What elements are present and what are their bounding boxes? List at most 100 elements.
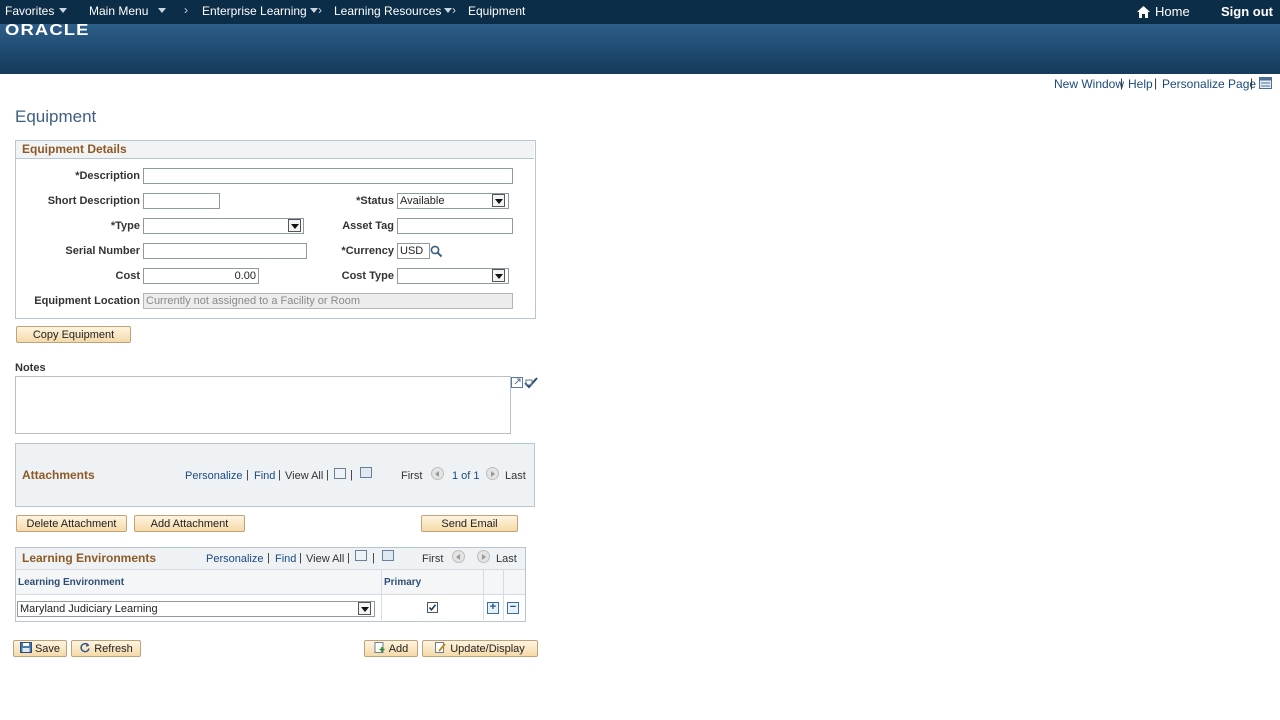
link-divider: | [246, 469, 249, 481]
previous-row-icon[interactable] [452, 550, 465, 563]
cost-type-label: Cost Type [341, 270, 394, 282]
add-label: Add [388, 643, 409, 655]
cost-input[interactable]: 0.00 [143, 268, 259, 284]
environments-find-link[interactable]: Find [275, 553, 296, 565]
refresh-button[interactable]: Refresh [71, 640, 141, 657]
col-learning-environment[interactable]: Learning Environment [18, 577, 124, 588]
favorites-menu[interactable]: Favorites [5, 4, 68, 18]
oracle-logo: ORACLE [5, 22, 90, 39]
delete-attachment-button[interactable]: Delete Attachment [16, 515, 127, 532]
breadcrumb-equipment[interactable]: Equipment [468, 4, 525, 18]
copy-equipment-button[interactable]: Copy Equipment [16, 326, 131, 343]
download-grid-icon[interactable] [360, 467, 372, 478]
new-window-link[interactable]: New Window [1054, 77, 1124, 91]
update-display-icon [435, 642, 446, 653]
equipment-location-label: Equipment Location [34, 295, 140, 307]
status-label: *Status [356, 195, 394, 207]
description-input[interactable] [143, 168, 513, 184]
attachments-view-all-link[interactable]: View All [285, 470, 323, 482]
equipment-details-title: Equipment Details [22, 142, 127, 156]
column-divider [503, 570, 504, 620]
update-display-label: Update/Display [450, 643, 525, 655]
attachments-last-label: Last [505, 470, 526, 482]
chevron-down-icon[interactable] [358, 602, 371, 615]
serial-number-input[interactable] [143, 243, 307, 259]
chevron-down-icon [59, 8, 68, 13]
main-menu-label: Main Menu [89, 4, 149, 18]
expand-textarea-icon[interactable] [511, 377, 523, 388]
floppy-disk-icon [19, 642, 32, 653]
chevron-down-icon[interactable] [492, 194, 505, 207]
add-row-icon[interactable]: + [487, 602, 499, 614]
column-divider [381, 570, 382, 620]
chevron-down-icon[interactable] [288, 219, 301, 232]
chevron-down-icon[interactable] [492, 269, 505, 282]
environments-last-label: Last [496, 553, 517, 565]
environments-view-all-link[interactable]: View All [306, 553, 344, 565]
favorites-label: Favorites [5, 4, 55, 18]
breadcrumb-label: Enterprise Learning [202, 4, 307, 18]
main-menu[interactable]: Main Menu [89, 4, 167, 18]
asset-tag-label: Asset Tag [342, 220, 394, 232]
type-select[interactable] [143, 218, 304, 234]
notes-textarea[interactable] [15, 376, 511, 434]
download-grid-icon[interactable] [382, 550, 394, 561]
add-button[interactable]: Add [364, 640, 418, 657]
previous-row-icon[interactable] [431, 467, 444, 480]
top-nav-bar: Favorites Main Menu › Enterprise Learnin… [0, 0, 1280, 24]
breadcrumb-separator-icon: › [452, 3, 456, 17]
primary-checkbox[interactable] [427, 602, 438, 613]
breadcrumb-enterprise-learning[interactable]: Enterprise Learning [202, 4, 318, 18]
short-description-input[interactable] [143, 193, 220, 209]
serial-number-label: Serial Number [65, 245, 140, 257]
help-link[interactable]: Help [1128, 77, 1153, 91]
refresh-label: Refresh [94, 643, 133, 655]
attachments-personalize-link[interactable]: Personalize [185, 470, 242, 482]
brand-bar [0, 24, 1280, 74]
column-divider [483, 570, 484, 620]
environments-first-label: First [422, 553, 444, 565]
update-display-button[interactable]: Update/Display [422, 640, 538, 657]
save-label: Save [34, 643, 61, 655]
zoom-grid-icon[interactable] [334, 468, 346, 479]
link-divider: | [372, 552, 375, 564]
link-divider: | [278, 469, 281, 481]
add-attachment-button[interactable]: Add Attachment [134, 515, 245, 532]
type-label: *Type [110, 220, 140, 232]
sign-out-link[interactable]: Sign out [1221, 4, 1273, 19]
refresh-icon [80, 642, 90, 653]
description-label: *Description [75, 170, 140, 182]
attachments-title: Attachments [22, 468, 95, 482]
delete-row-icon[interactable]: − [507, 602, 519, 614]
link-divider: | [347, 552, 350, 564]
learning-environments-title: Learning Environments [22, 551, 157, 565]
lookup-search-icon[interactable] [430, 245, 443, 258]
zoom-grid-icon[interactable] [355, 550, 367, 561]
link-divider: | [1154, 76, 1158, 90]
chevron-down-icon [158, 8, 167, 13]
currency-input[interactable]: USD [397, 243, 430, 259]
cost-label: Cost [115, 270, 140, 282]
send-email-button[interactable]: Send Email [421, 515, 518, 532]
environments-personalize-link[interactable]: Personalize [206, 553, 263, 565]
page-settings-icon[interactable] [1259, 77, 1272, 89]
attachments-find-link[interactable]: Find [254, 470, 275, 482]
equipment-location-field: Currently not assigned to a Facility or … [143, 293, 513, 309]
link-divider: | [267, 552, 270, 564]
spell-check-icon[interactable] [524, 376, 538, 389]
col-primary[interactable]: Primary [384, 577, 421, 588]
breadcrumb-separator-icon: › [318, 3, 322, 17]
home-icon [1137, 6, 1150, 18]
home-link[interactable]: Home [1155, 4, 1190, 19]
breadcrumb-learning-resources[interactable]: Learning Resources [334, 4, 453, 18]
currency-label: *Currency [341, 245, 394, 257]
personalize-page-link[interactable]: Personalize Page [1162, 77, 1256, 91]
link-divider: | [350, 469, 353, 481]
save-button[interactable]: Save [13, 640, 67, 657]
next-row-icon[interactable] [477, 550, 490, 563]
next-row-icon[interactable] [486, 467, 499, 480]
add-page-icon [374, 642, 385, 653]
short-description-label: Short Description [47, 195, 140, 207]
asset-tag-input[interactable] [397, 218, 513, 234]
learning-environment-select[interactable]: Maryland Judiciary Learning [17, 601, 375, 617]
